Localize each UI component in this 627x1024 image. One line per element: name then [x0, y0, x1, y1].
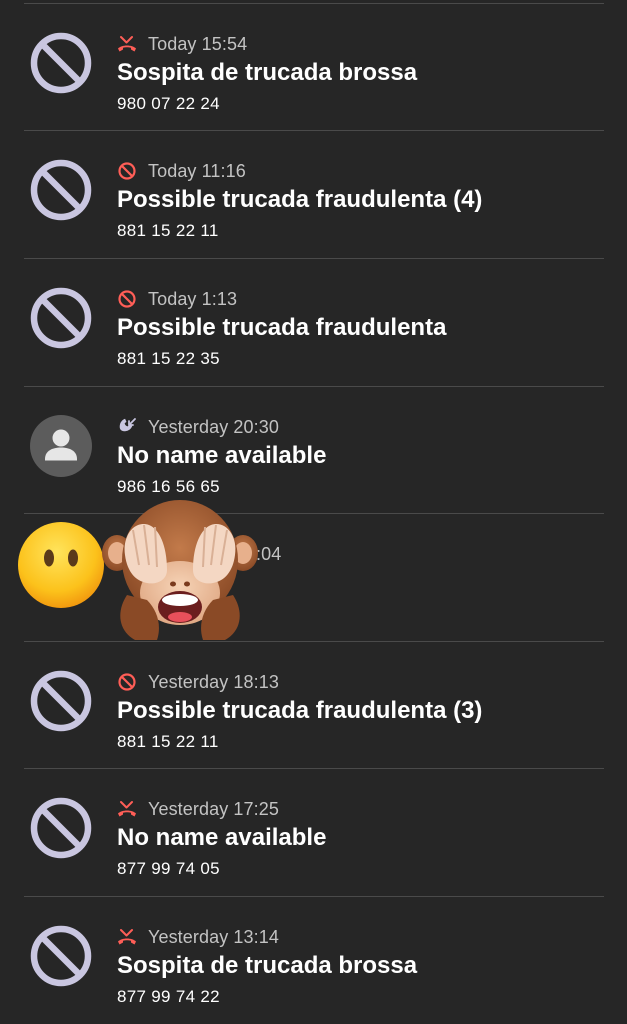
call-timestamp: Yesterday 13:14: [148, 926, 279, 947]
phone-number: 877 99 74 22: [117, 987, 220, 1006]
contact-name: Possible trucada fraudulenta: [117, 314, 447, 341]
phone-number: 881 15 22 11: [117, 732, 219, 751]
blocked-icon: [29, 31, 93, 95]
incoming-call-icon: [117, 417, 137, 437]
call-meta: Yesterday 17:25: [117, 798, 279, 820]
blocked-call-icon: [117, 289, 137, 309]
missed-call-icon: [117, 34, 137, 54]
contact-name: Sospita de trucada brossa: [117, 59, 418, 86]
missed-call-icon: [117, 799, 137, 819]
call-log-row[interactable]: Today 15:54 Sospita de trucada brossa 98…: [0, 4, 627, 131]
call-log-row[interactable]: Yesterday 18:13 Possible trucada fraudul…: [0, 642, 627, 769]
blocked-icon: [29, 286, 93, 350]
phone-number: 881 15 22 11: [117, 221, 219, 240]
contact-name: Possible trucada fraudulenta (3): [117, 697, 483, 724]
blocked-icon: [29, 669, 93, 733]
emoji-sticker-overlay: [17, 495, 262, 645]
call-log-row[interactable]: Today 11:16 Possible trucada fraudulenta…: [0, 131, 627, 258]
call-timestamp: Today 11:16: [148, 160, 246, 181]
blocked-call-icon: [117, 672, 137, 692]
contact-name: No name available: [117, 442, 327, 469]
contact-name: Sospita de trucada brossa: [117, 952, 418, 979]
call-timestamp: Today 1:13: [148, 288, 238, 309]
blocked-icon: [29, 158, 93, 222]
phone-number: 980 07 22 24: [117, 94, 220, 113]
call-log-row[interactable]: Today 1:13 Possible trucada fraudulenta …: [0, 259, 627, 386]
blocked-call-icon: [117, 161, 137, 181]
phone-number: 881 15 22 35: [117, 349, 220, 368]
blocked-icon: [29, 924, 93, 988]
phone-number: 986 16 56 65: [117, 477, 220, 496]
contact-name: No name available: [117, 824, 327, 851]
blocked-icon: [29, 796, 93, 860]
see-no-evil-monkey-emoji: [102, 500, 258, 640]
missed-call-icon: [117, 927, 137, 947]
call-timestamp: Today 15:54: [148, 33, 248, 54]
face-without-mouth-emoji: [18, 522, 104, 608]
call-meta: Yesterday 13:14: [117, 926, 279, 948]
call-meta: Yesterday 18:13: [117, 671, 279, 693]
call-timestamp: Yesterday 18:13: [148, 671, 279, 692]
call-meta: Today 1:13: [117, 288, 237, 310]
phone-number: 877 99 74 05: [117, 859, 220, 878]
call-meta: Today 15:54: [117, 33, 247, 55]
call-meta: Yesterday 20:30: [117, 416, 279, 438]
call-log-row[interactable]: Yesterday 17:25 No name available 877 99…: [0, 769, 627, 896]
call-meta: Today 11:16: [117, 160, 246, 182]
person-icon: [29, 414, 93, 478]
call-timestamp: Yesterday 17:25: [148, 798, 279, 819]
contact-name: Possible trucada fraudulenta (4): [117, 186, 483, 213]
call-log-row[interactable]: Yesterday 13:14 Sospita de trucada bross…: [0, 897, 627, 1024]
call-timestamp: Yesterday 20:30: [148, 416, 279, 437]
